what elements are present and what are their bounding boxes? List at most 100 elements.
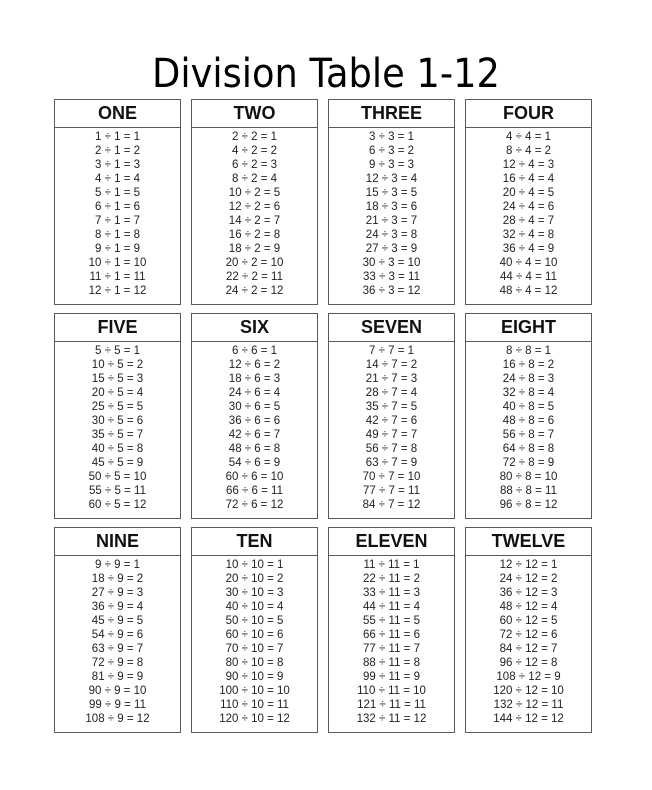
division-fact: 2 ÷ 2 = 1 (232, 131, 277, 143)
division-fact: 36 ÷ 12 = 3 (499, 587, 558, 599)
division-fact: 12 ÷ 3 = 4 (365, 173, 418, 185)
division-fact: 5 ÷ 1 = 5 (95, 187, 140, 199)
division-fact: 84 ÷ 12 = 7 (499, 643, 558, 655)
division-fact: 108 ÷ 9 = 12 (85, 713, 150, 725)
division-fact: 2 ÷ 1 = 2 (95, 145, 140, 157)
table-heading: TWELVE (466, 528, 591, 556)
table-heading: ONE (55, 100, 180, 128)
division-fact: 40 ÷ 5 = 8 (91, 443, 144, 455)
division-fact: 77 ÷ 7 = 11 (363, 485, 420, 497)
table-body: 1 ÷ 1 = 1 2 ÷ 1 = 2 3 ÷ 1 = 3 4 ÷ 1 = 4 5 ÷ … (55, 128, 180, 298)
division-fact: 18 ÷ 9 = 2 (91, 573, 144, 585)
division-fact: 12 ÷ 6 = 2 (228, 359, 281, 371)
division-fact: 9 ÷ 9 = 1 (95, 559, 140, 571)
division-fact: 3 ÷ 1 = 3 (95, 159, 140, 171)
table-body: 3 ÷ 3 = 1 6 ÷ 3 = 2 9 ÷ 3 = 3 12 ÷ 3 = 4 15 … (329, 128, 454, 298)
division-fact: 24 ÷ 8 = 3 (502, 373, 555, 385)
division-fact: 80 ÷ 10 = 8 (225, 657, 284, 669)
division-fact: 49 ÷ 7 = 7 (365, 429, 418, 441)
division-fact: 77 ÷ 11 = 7 (363, 643, 420, 655)
division-table-nine: NINE 9 ÷ 9 = 1 18 ÷ 9 = 2 27 ÷ 9 = 3 36 ÷ 9 … (54, 527, 181, 733)
division-fact: 8 ÷ 2 = 4 (232, 173, 277, 185)
division-table-four: FOUR 4 ÷ 4 = 1 8 ÷ 4 = 2 12 ÷ 4 = 3 16 ÷ 4 =… (465, 99, 592, 305)
division-fact: 24 ÷ 6 = 4 (228, 387, 281, 399)
division-fact: 11 ÷ 1 = 11 (89, 271, 146, 283)
division-fact: 63 ÷ 9 = 7 (91, 643, 144, 655)
division-fact: 20 ÷ 2 = 10 (225, 257, 284, 269)
division-fact: 18 ÷ 2 = 9 (228, 243, 281, 255)
division-fact: 20 ÷ 10 = 2 (225, 573, 284, 585)
division-fact: 16 ÷ 2 = 8 (228, 229, 281, 241)
division-fact: 4 ÷ 1 = 4 (95, 173, 140, 185)
table-body: 10 ÷ 10 = 1 20 ÷ 10 = 2 30 ÷ 10 = 3 40 ÷ 10… (192, 556, 317, 726)
division-fact: 120 ÷ 10 = 12 (219, 713, 290, 725)
division-fact: 55 ÷ 5 = 11 (89, 485, 146, 497)
table-heading: THREE (329, 100, 454, 128)
division-fact: 24 ÷ 4 = 6 (502, 201, 555, 213)
division-fact: 63 ÷ 7 = 9 (365, 457, 418, 469)
division-fact: 50 ÷ 5 = 10 (88, 471, 147, 483)
division-fact: 120 ÷ 12 = 10 (493, 685, 564, 697)
division-fact: 5 ÷ 5 = 1 (95, 345, 140, 357)
division-fact: 66 ÷ 11 = 6 (363, 629, 420, 641)
division-fact: 60 ÷ 6 = 10 (225, 471, 284, 483)
table-body: 6 ÷ 6 = 1 12 ÷ 6 = 2 18 ÷ 6 = 3 24 ÷ 6 = 4 3… (192, 342, 317, 512)
division-table-ten: TEN 10 ÷ 10 = 1 20 ÷ 10 = 2 30 ÷ 10 = 3 40 ÷… (191, 527, 318, 733)
division-fact: 108 ÷ 12 = 9 (496, 671, 561, 683)
division-table-twelve: TWELVE 12 ÷ 12 = 1 24 ÷ 12 = 2 36 ÷ 12 = 3 4… (465, 527, 592, 733)
division-fact: 50 ÷ 10 = 5 (225, 615, 284, 627)
table-body: 5 ÷ 5 = 1 10 ÷ 5 = 2 15 ÷ 5 = 3 20 ÷ 5 = 4 2… (55, 342, 180, 512)
division-fact: 9 ÷ 3 = 3 (369, 159, 414, 171)
division-fact: 27 ÷ 9 = 3 (91, 587, 144, 599)
division-fact: 48 ÷ 6 = 8 (228, 443, 281, 455)
table-body: 9 ÷ 9 = 1 18 ÷ 9 = 2 27 ÷ 9 = 3 36 ÷ 9 = 4 4… (55, 556, 180, 726)
division-fact: 110 ÷ 10 = 11 (220, 699, 289, 711)
division-fact: 44 ÷ 11 = 4 (363, 601, 420, 613)
division-fact: 96 ÷ 12 = 8 (499, 657, 558, 669)
division-fact: 27 ÷ 3 = 9 (365, 243, 418, 255)
division-fact: 60 ÷ 10 = 6 (225, 629, 284, 641)
division-fact: 64 ÷ 8 = 8 (502, 443, 555, 455)
division-fact: 48 ÷ 4 = 12 (499, 285, 558, 297)
division-fact: 40 ÷ 10 = 4 (225, 601, 284, 613)
division-fact: 144 ÷ 12 = 12 (493, 713, 564, 725)
division-fact: 36 ÷ 4 = 9 (502, 243, 555, 255)
division-fact: 96 ÷ 8 = 12 (499, 499, 558, 511)
division-fact: 15 ÷ 5 = 3 (91, 373, 144, 385)
division-table-eleven: ELEVEN 11 ÷ 11 = 1 22 ÷ 11 = 2 33 ÷ 11 = 3 4… (328, 527, 455, 733)
division-fact: 84 ÷ 7 = 12 (362, 499, 421, 511)
division-fact: 55 ÷ 11 = 5 (363, 615, 420, 627)
division-fact: 24 ÷ 12 = 2 (499, 573, 558, 585)
division-fact: 72 ÷ 6 = 12 (225, 499, 284, 511)
division-fact: 80 ÷ 8 = 10 (499, 471, 558, 483)
division-table-seven: SEVEN 7 ÷ 7 = 1 14 ÷ 7 = 2 21 ÷ 7 = 3 28 ÷ 7… (328, 313, 455, 519)
division-fact: 10 ÷ 10 = 1 (225, 559, 284, 571)
division-fact: 30 ÷ 10 = 3 (225, 587, 284, 599)
division-fact: 6 ÷ 2 = 3 (232, 159, 277, 171)
division-fact: 35 ÷ 7 = 5 (365, 401, 418, 413)
division-fact: 7 ÷ 1 = 7 (95, 215, 140, 227)
division-fact: 10 ÷ 2 = 5 (228, 187, 281, 199)
division-fact: 8 ÷ 4 = 2 (506, 145, 551, 157)
division-fact: 25 ÷ 5 = 5 (91, 401, 144, 413)
division-fact: 48 ÷ 12 = 4 (499, 601, 558, 613)
division-table-eight: EIGHT 8 ÷ 8 = 1 16 ÷ 8 = 2 24 ÷ 8 = 3 32 ÷ 8… (465, 313, 592, 519)
division-fact: 12 ÷ 1 = 12 (88, 285, 147, 297)
division-fact: 22 ÷ 11 = 2 (363, 573, 420, 585)
division-fact: 6 ÷ 6 = 1 (232, 345, 277, 357)
division-fact: 6 ÷ 1 = 6 (95, 201, 140, 213)
division-fact: 45 ÷ 9 = 5 (91, 615, 144, 627)
table-body: 12 ÷ 12 = 1 24 ÷ 12 = 2 36 ÷ 12 = 3 48 ÷ 12… (466, 556, 591, 726)
division-fact: 10 ÷ 5 = 2 (91, 359, 144, 371)
division-fact: 9 ÷ 1 = 9 (95, 243, 140, 255)
division-table-three: THREE 3 ÷ 3 = 1 6 ÷ 3 = 2 9 ÷ 3 = 3 12 ÷ 3 =… (328, 99, 455, 305)
division-fact: 72 ÷ 12 = 6 (499, 629, 558, 641)
division-fact: 70 ÷ 7 = 10 (362, 471, 421, 483)
table-heading: SIX (192, 314, 317, 342)
division-fact: 99 ÷ 11 = 9 (363, 671, 420, 683)
division-fact: 66 ÷ 6 = 11 (226, 485, 283, 497)
division-fact: 28 ÷ 7 = 4 (365, 387, 418, 399)
division-fact: 21 ÷ 3 = 7 (365, 215, 418, 227)
division-fact: 8 ÷ 8 = 1 (506, 345, 551, 357)
division-fact: 7 ÷ 7 = 1 (369, 345, 414, 357)
